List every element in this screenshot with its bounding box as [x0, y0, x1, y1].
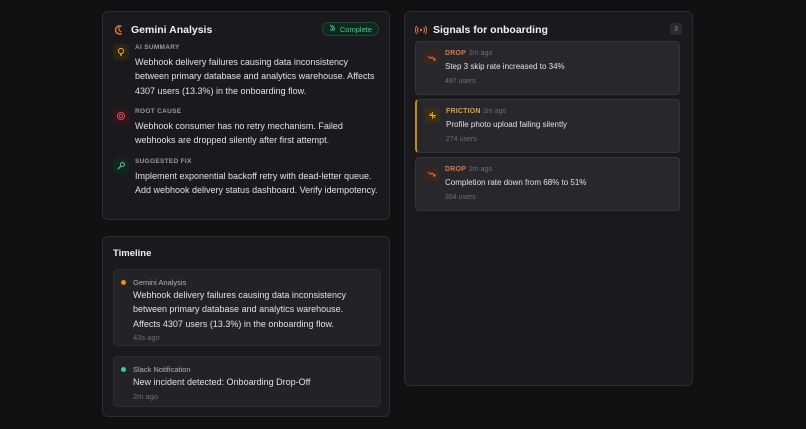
radio-signal-icon [415, 24, 427, 36]
target-icon [113, 108, 129, 124]
ai-summary-text: Webhook delivery failures causing data i… [135, 57, 375, 96]
signal-type: FRICTION [446, 108, 481, 115]
signal-type: DROP [445, 50, 467, 57]
ai-summary-section: AI SUMMARY Webhook delivery failures cau… [113, 44, 379, 98]
timeline-item-message: Webhook delivery failures causing data i… [133, 290, 346, 329]
trend-down-icon [424, 166, 439, 181]
signal-age: 2m ago [469, 50, 493, 57]
status-badge: Complete [321, 22, 379, 36]
root-cause-label: ROOT CAUSE [135, 108, 182, 115]
signal-title: Profile photo upload failing silently [446, 120, 567, 129]
lightbulb-icon [113, 44, 129, 60]
root-cause-section: ROOT CAUSE Webhook consumer has no retry… [113, 108, 379, 148]
signals-panel: Signals for onboarding 3 DROP 2m ago Ste… [404, 11, 693, 386]
suggested-fix-text: Implement exponential backoff retry with… [135, 171, 378, 196]
signal-age: 2m ago [483, 108, 507, 115]
signals-title: Signals for onboarding [433, 24, 548, 36]
check-icon [329, 24, 337, 34]
timeline-item[interactable]: Slack Notification New incident detected… [113, 356, 381, 407]
timeline-title: Timeline [113, 248, 152, 259]
signal-age: 2m ago [469, 166, 493, 173]
timeline-item-time: 43s ago [133, 333, 160, 342]
signals-header: Signals for onboarding 3 [415, 22, 682, 38]
wrench-icon [113, 158, 129, 174]
signal-title: Completion rate down from 68% to 51% [445, 178, 587, 187]
signals-count-badge: 3 [670, 23, 682, 35]
signal-users: 487 users [445, 78, 476, 85]
timeline-item-source: Slack Notification [133, 365, 191, 374]
timeline-dot [121, 280, 126, 285]
timeline-item-time: 2m ago [133, 392, 159, 401]
friction-icon [425, 108, 440, 123]
status-badge-label: Complete [339, 24, 372, 34]
root-cause-text: Webhook consumer has no retry mechanism.… [135, 121, 343, 146]
signal-users: 274 users [446, 136, 477, 143]
gemini-analysis-panel: Gemini Analysis Complete AI SUMMARY Webh… [102, 11, 390, 220]
timeline-dot [121, 367, 126, 372]
timeline-item-message: New incident detected: Onboarding Drop-O… [133, 377, 311, 387]
timeline-item[interactable]: Gemini Analysis Webhook delivery failure… [113, 269, 381, 346]
signal-card[interactable]: DROP 2m ago Step 3 skip rate increased t… [415, 41, 680, 95]
signal-title: Step 3 skip rate increased to 34% [445, 62, 565, 71]
timeline-panel: Timeline Gemini Analysis Webhook deliver… [102, 236, 390, 417]
suggested-fix-label: SUGGESTED FIX [135, 158, 192, 165]
trend-down-icon [424, 50, 439, 65]
suggested-fix-section: SUGGESTED FIX Implement exponential back… [113, 158, 379, 198]
signal-card[interactable]: FRICTION 2m ago Profile photo upload fai… [415, 99, 680, 153]
gemini-analysis-title: Gemini Analysis [131, 24, 213, 36]
signal-type: DROP [445, 166, 467, 173]
gemini-icon [113, 24, 125, 36]
signal-users: 354 users [445, 194, 476, 201]
signal-card[interactable]: DROP 2m ago Completion rate down from 68… [415, 157, 680, 211]
gemini-analysis-header: Gemini Analysis Complete [113, 22, 379, 38]
ai-summary-label: AI SUMMARY [135, 44, 180, 51]
timeline-item-source: Gemini Analysis [133, 278, 187, 287]
